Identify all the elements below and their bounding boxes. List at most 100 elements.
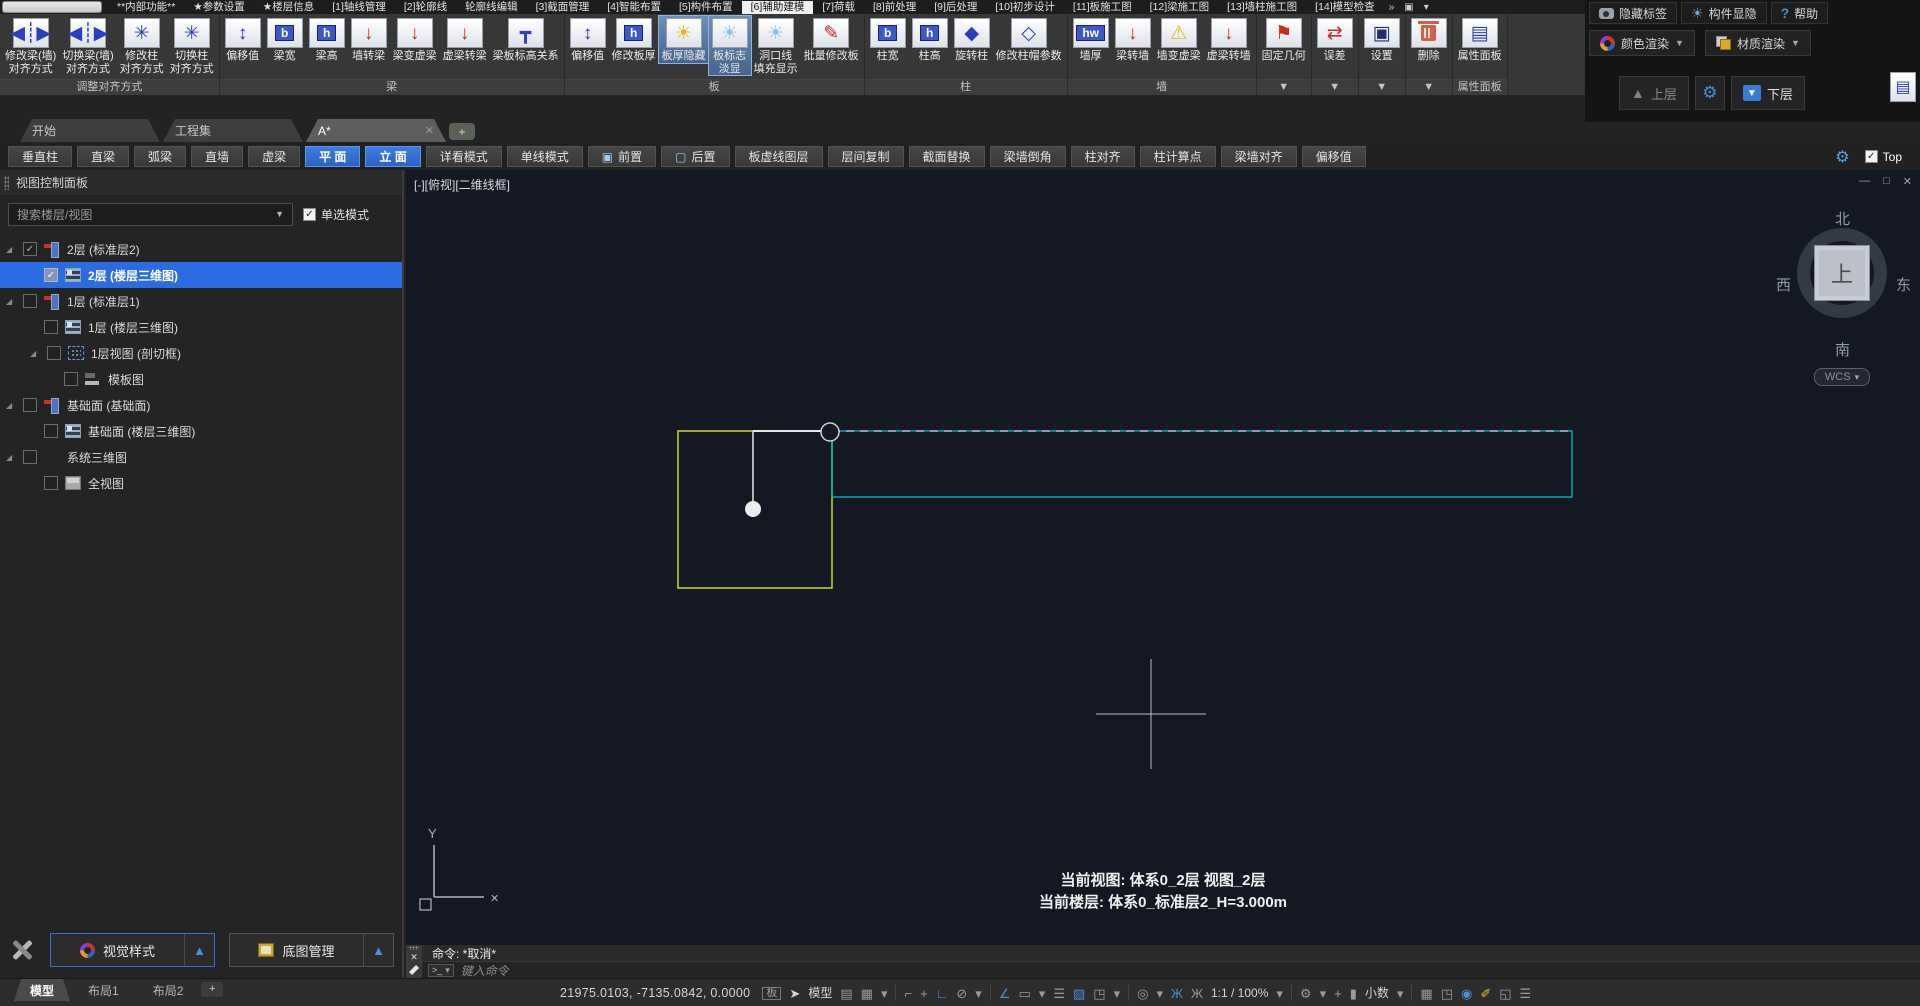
visual-style-button[interactable]: 视觉样式 ▲: [50, 933, 215, 967]
minimize-icon[interactable]: —: [1859, 175, 1870, 188]
menu-beam-drawing[interactable]: [12]梁施工图: [1141, 1, 1219, 14]
beam-wall-chamfer-button[interactable]: 梁墙倒角: [989, 146, 1066, 167]
tree-item-story1-sectionview[interactable]: ◢ 1层视图 (剖切框): [0, 340, 402, 366]
snap-mode-icon[interactable]: ⌐: [904, 987, 912, 1000]
tab-project-set[interactable]: 工程集: [163, 119, 303, 142]
units-format-display[interactable]: 小数: [1365, 987, 1389, 999]
toolbar-gear-icon[interactable]: ⚙: [1835, 147, 1849, 167]
expander-icon[interactable]: ◢: [6, 401, 16, 410]
menu-aux-modeling[interactable]: [6]辅助建模: [741, 0, 814, 14]
app-button[interactable]: [2, 1, 102, 13]
beam-wall-align-button[interactable]: 梁墙对齐: [1220, 146, 1297, 167]
tab-layout2[interactable]: 布局2: [137, 979, 200, 1001]
tab-layout1[interactable]: 布局1: [72, 979, 135, 1001]
send-back-button[interactable]: ▢ 后置: [661, 146, 730, 167]
slab-outline-entity[interactable]: [831, 430, 1573, 498]
beam-width-button[interactable]: b 梁宽: [264, 16, 306, 63]
settings-button[interactable]: ▣ 设置: [1361, 16, 1403, 63]
ortho-mode-icon[interactable]: ∟: [936, 987, 949, 1000]
grid-snap-icon[interactable]: ▦: [861, 987, 873, 1000]
expander-icon[interactable]: ◢: [6, 453, 16, 462]
osnap-settings-icon[interactable]: ▭: [1018, 987, 1030, 1000]
compass-south[interactable]: 南: [1835, 339, 1850, 360]
compass-west[interactable]: 西: [1776, 274, 1791, 295]
opening-fill-button[interactable]: ☀ 洞口线 填充显示: [751, 16, 801, 75]
arc-beam-button[interactable]: 弧梁: [134, 146, 187, 167]
search-view-combo[interactable]: 搜索楼层/视图 ▼: [8, 202, 293, 226]
chevron-down-icon[interactable]: ▾: [1114, 987, 1121, 1000]
slab-lock-icon[interactable]: 板: [762, 986, 782, 1000]
model-space-toggle[interactable]: 模型: [808, 987, 832, 999]
modify-column-align-button[interactable]: ✳ 修改柱 对齐方式: [117, 16, 167, 75]
fixed-geometry-dropdown-icon[interactable]: ▼: [1256, 79, 1311, 95]
window-style-icon[interactable]: ▣: [1399, 2, 1418, 13]
lower-floor-button[interactable]: ▼ 下层: [1730, 76, 1805, 110]
beam-to-wall-button[interactable]: ↓ 梁转墙: [1112, 16, 1154, 63]
tree-checkbox[interactable]: [23, 450, 37, 464]
units-ruler-icon[interactable]: ▮: [1350, 987, 1357, 1000]
workspace-gear-icon[interactable]: ⚙: [1300, 987, 1312, 1000]
toggle-beam-align-button[interactable]: ◀┊▶ 切换梁(墙) 对齐方式: [59, 16, 116, 75]
wall-thickness-button[interactable]: hw 墙厚: [1070, 16, 1112, 63]
tree-checkbox[interactable]: [47, 346, 61, 360]
object-snap-icon[interactable]: ∠: [999, 987, 1011, 1000]
menu-preprocess[interactable]: [8]前处理: [864, 1, 925, 14]
crosshair-toggle-icon[interactable]: +: [1334, 987, 1342, 1000]
inter-story-copy-button[interactable]: 层间复制: [827, 146, 904, 167]
command-input[interactable]: 键入命令: [461, 962, 509, 979]
floor-settings-gear-icon[interactable]: ⚙: [1694, 76, 1725, 110]
chevron-down-icon[interactable]: ▾: [975, 987, 982, 1000]
virtual-to-beam-button[interactable]: ↓ 虚梁转梁: [440, 16, 490, 63]
section-replace-button[interactable]: 截面替换: [908, 146, 985, 167]
chevron-down-icon[interactable]: ▾: [881, 987, 888, 1000]
top-view-checkbox[interactable]: ✓ Top: [1864, 150, 1902, 164]
close-icon[interactable]: ✕: [1903, 175, 1912, 188]
tree-checkbox[interactable]: [44, 268, 58, 282]
menu-overflow-icon[interactable]: »: [1384, 2, 1400, 13]
virtual-beam-button[interactable]: 虚梁: [248, 146, 301, 167]
slab-dashed-layer-button[interactable]: 板虚线图层: [734, 146, 823, 167]
detail-mode-button[interactable]: 详看模式: [425, 146, 502, 167]
menu-model-check[interactable]: [14]模型检查: [1306, 1, 1384, 14]
straight-beam-button[interactable]: 直梁: [77, 146, 130, 167]
expand-up-icon[interactable]: ▲: [184, 934, 214, 966]
cursor-icon[interactable]: ➤: [789, 987, 800, 1000]
tab-start[interactable]: 开始: [20, 119, 160, 142]
menu-load[interactable]: [7]荷载: [813, 1, 864, 14]
upper-floor-button[interactable]: ▲ 上层: [1619, 76, 1689, 110]
isolate-objects-icon[interactable]: ◉: [1461, 987, 1472, 1000]
beam-slab-elevation-button[interactable]: ┳ 梁板标高关系: [490, 16, 562, 63]
slab-offset-button[interactable]: ↕ 偏移值: [567, 16, 609, 63]
help-button[interactable]: ? 帮助: [1770, 2, 1829, 24]
virtual-to-wall-button[interactable]: ↓ 虚梁转墙: [1204, 16, 1254, 63]
tree-checkbox[interactable]: [23, 242, 37, 256]
wall-to-virtual-button[interactable]: ⚠ 墙变虚梁: [1154, 16, 1204, 63]
tree-item-foundation-3dview[interactable]: 基础面 (楼层三维图): [0, 418, 402, 444]
settings-dropdown-icon[interactable]: ▼: [1358, 79, 1405, 95]
tree-checkbox[interactable]: [23, 398, 37, 412]
color-render-dropdown[interactable]: 颜色渲染 ▼: [1589, 30, 1695, 56]
modify-beam-align-button[interactable]: ◀┊▶ 修改梁(墙) 对齐方式: [2, 16, 59, 75]
plan-view-button[interactable]: 平 面: [305, 146, 361, 167]
slab-mark-fade-button[interactable]: ☀ 板标志 淡显: [707, 15, 752, 76]
lineweight-icon[interactable]: ☰: [1053, 987, 1065, 1000]
single-select-checkbox[interactable]: ✓ 单选模式: [303, 206, 369, 223]
tree-item-full-view[interactable]: 全视图: [0, 470, 402, 496]
column-height-button[interactable]: h 柱高: [909, 16, 951, 63]
slab-thickness-hide-button[interactable]: ☀ 板厚隐藏: [657, 15, 710, 64]
beam-height-button[interactable]: h 梁高: [306, 16, 348, 63]
wrench-icon[interactable]: [409, 965, 419, 975]
coordinate-display[interactable]: 21975.0103, -7135.0842, 0.0000: [560, 986, 750, 1000]
calculator-icon[interactable]: ▦: [1420, 987, 1432, 1000]
menu-story-info[interactable]: ★楼层信息: [254, 1, 323, 14]
corner-grip-circle[interactable]: [820, 422, 840, 442]
column-width-button[interactable]: b 柱宽: [867, 16, 909, 63]
menu-internal[interactable]: **内部功能**: [108, 1, 184, 14]
tools-icon[interactable]: [8, 936, 36, 964]
elevation-view-button[interactable]: 立 面: [365, 146, 421, 167]
customize-menu-icon[interactable]: ☰: [1520, 987, 1532, 1000]
view-cube-compass[interactable]: 北 南 西 东 上 WCS ▾: [1774, 208, 1911, 388]
command-input-row[interactable]: >_ ▾ 键入命令: [422, 961, 1920, 978]
close-icon[interactable]: ✕: [425, 124, 434, 137]
fixed-geometry-button[interactable]: ⚑ 固定几何: [1259, 16, 1309, 63]
